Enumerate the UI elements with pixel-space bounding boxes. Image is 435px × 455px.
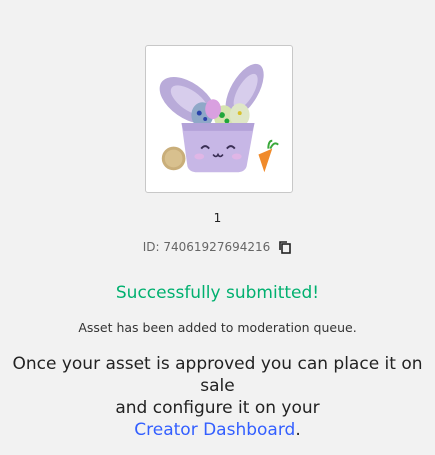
asset-thumbnail [145, 45, 293, 193]
bunny-basket-image [159, 63, 279, 173]
approval-message-line2: and configure it on your [115, 398, 320, 418]
creator-dashboard-link[interactable]: Creator Dashboard [134, 420, 295, 440]
approval-message-end: . [295, 420, 301, 440]
copy-icon[interactable] [278, 240, 292, 254]
approval-message-line1: Once your asset is approved you can plac… [12, 354, 423, 396]
asset-id: ID: 74061927694216 [142, 240, 271, 254]
approval-message: Once your asset is approved you can plac… [10, 353, 425, 441]
asset-name: 1 [213, 211, 222, 225]
asset-id-row: ID: 74061927694216 [0, 240, 435, 254]
moderation-queue-text: Asset has been added to moderation queue… [78, 320, 357, 335]
success-message: Successfully submitted! [115, 283, 320, 303]
